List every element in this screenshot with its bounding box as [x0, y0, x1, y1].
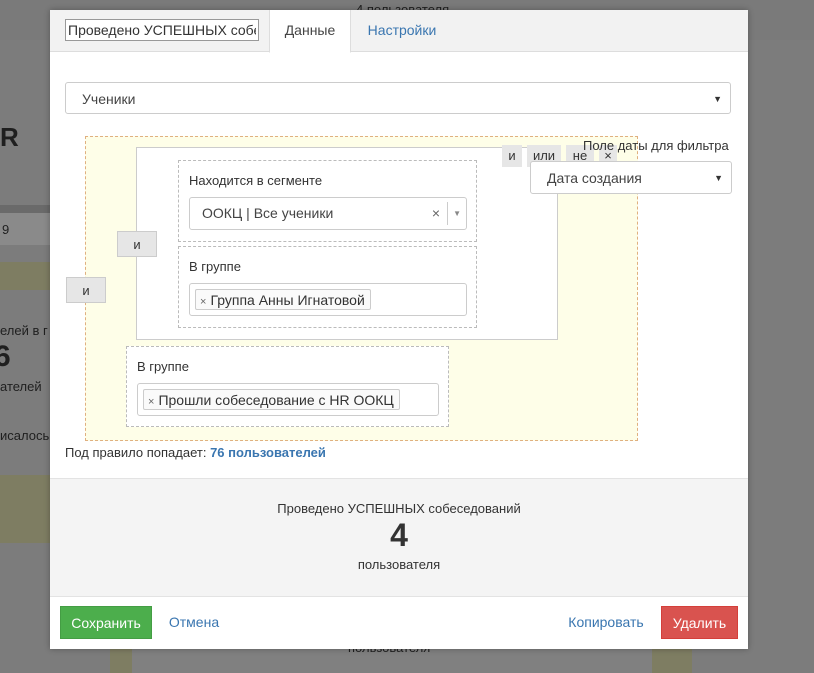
source-select-value: Ученики	[82, 91, 136, 107]
copy-button[interactable]: Копировать	[562, 606, 650, 639]
tag-group-2-label: Прошли собеседование с HR ООКЦ	[158, 392, 394, 408]
summary-title: Проведено УСПЕШНЫХ собеседований	[277, 501, 521, 516]
source-select[interactable]: Ученики ▼	[65, 82, 731, 114]
condition-segment: Находится в сегменте ООКЦ | Все ученики …	[178, 160, 477, 242]
tab-settings[interactable]: Настройки	[360, 10, 444, 51]
rule-editor-modal: Данные Настройки Ученики ▼ и Находится в…	[50, 10, 748, 649]
group-2-tag-field[interactable]: × Прошли собеседование с HR ООКЦ	[137, 383, 439, 416]
condition-segment-label: Находится в сегменте	[189, 173, 323, 188]
rule-result-prefix: Под правило попадает:	[65, 445, 207, 460]
condition-group-2: В группе × Прошли собеседование с HR ООКЦ	[126, 346, 449, 427]
tab-bar: Данные Настройки	[50, 10, 748, 53]
caret-down-icon[interactable]: ▼	[453, 198, 461, 229]
tab-data[interactable]: Данные	[269, 10, 351, 53]
bg-text-signed: исалось	[0, 428, 50, 443]
save-button[interactable]: Сохранить	[60, 606, 152, 639]
bg-text-users-in: елей в г	[0, 323, 48, 338]
remove-tag-icon[interactable]: ×	[200, 296, 206, 308]
caret-down-icon: ▼	[714, 173, 723, 183]
group-1-tag-field[interactable]: × Группа Анны Игнатовой	[189, 283, 467, 316]
rule-group-inner: Находится в сегменте ООКЦ | Все ученики …	[136, 147, 558, 340]
summary-unit: пользователя	[357, 557, 441, 572]
rule-result: Под правило попадает: 76 пользователей	[65, 445, 326, 460]
operator-and-outer-button[interactable]: и	[66, 277, 106, 303]
rule-result-link[interactable]: 76 пользователей	[210, 445, 326, 460]
cancel-button[interactable]: Отмена	[162, 606, 226, 639]
bg-text-r: R	[0, 122, 19, 152]
summary-number: 4	[390, 517, 408, 553]
delete-button[interactable]: Удалить	[661, 606, 738, 639]
tag-group-1: × Группа Анны Игнатовой	[195, 289, 371, 310]
segment-select[interactable]: ООКЦ | Все ученики × ▼	[189, 197, 467, 230]
date-field-label: Поле даты для фильтра	[583, 138, 729, 153]
remove-tag-icon[interactable]: ×	[148, 396, 154, 408]
tag-group-2: × Прошли собеседование с HR ООКЦ	[143, 389, 400, 410]
date-field-select[interactable]: Дата создания ▼	[530, 161, 732, 194]
select-divider	[447, 202, 448, 225]
bg-text-9: 9	[2, 222, 10, 237]
bg-text-users: ателей	[0, 379, 42, 394]
date-field-value: Дата создания	[547, 170, 642, 186]
add-and-button[interactable]: и	[502, 145, 522, 167]
title-input[interactable]	[65, 19, 259, 41]
condition-group-2-label: В группе	[137, 359, 189, 374]
condition-group-1-label: В группе	[189, 259, 241, 274]
segment-select-value: ООКЦ | Все ученики	[202, 205, 334, 221]
operator-and-inner-button[interactable]: и	[117, 231, 157, 257]
tag-group-1-label: Группа Анны Игнатовой	[210, 292, 365, 308]
caret-down-icon: ▼	[713, 94, 722, 104]
condition-group-1: В группе × Группа Анны Игнатовой	[178, 246, 477, 328]
bg-text-digit: 6	[0, 340, 11, 373]
clear-icon[interactable]: ×	[432, 198, 440, 229]
summary-panel: Проведено УСПЕШНЫХ собеседований 4 польз…	[50, 478, 748, 597]
